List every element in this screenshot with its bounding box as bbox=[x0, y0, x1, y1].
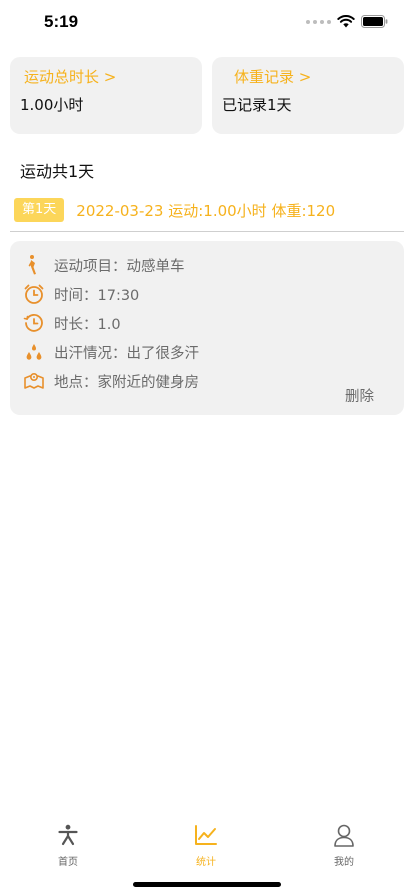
record-row-item: 运动项目：动感单车 bbox=[22, 252, 185, 278]
battery-icon bbox=[361, 15, 388, 28]
wifi-icon bbox=[337, 15, 355, 28]
record-duration-text: 时长：1.0 bbox=[54, 316, 121, 333]
weight-record-value: 已记录1天 bbox=[222, 96, 292, 114]
record-sweat-text: 出汗情况：出了很多汗 bbox=[54, 345, 199, 362]
weight-record-card[interactable]: 体重记录 > 已记录1天 bbox=[212, 57, 404, 134]
record-row-duration: 时长：1.0 bbox=[22, 310, 121, 336]
clock-history-icon bbox=[22, 311, 46, 335]
tab-home[interactable]: 首页 bbox=[28, 822, 108, 868]
day-badge: 第1天 bbox=[14, 198, 65, 222]
record-row-time: 时间：17:30 bbox=[22, 281, 139, 307]
weight-record-title[interactable]: 体重记录 > bbox=[222, 67, 404, 87]
user-profile-icon bbox=[330, 822, 358, 848]
record-row-sweat: 出汗情况：出了很多汗 bbox=[22, 339, 199, 365]
water-drops-icon bbox=[22, 340, 46, 364]
record-location-text: 地点：家附近的健身房 bbox=[54, 374, 199, 391]
status-bar: 5:19 bbox=[0, 0, 414, 48]
exercise-total-value: 1.00小时 bbox=[20, 96, 84, 114]
record-sport-text: 运动项目：动感单车 bbox=[54, 258, 185, 275]
tab-mine[interactable]: 我的 bbox=[304, 822, 384, 868]
home-indicator bbox=[133, 882, 281, 887]
tab-stats-label: 统计 bbox=[196, 857, 216, 868]
tab-stats[interactable]: 统计 bbox=[166, 822, 246, 868]
delete-button[interactable]: 删除 bbox=[345, 385, 374, 406]
day-summary: 2022-03-23 运动:1.00小时 体重:120 bbox=[76, 201, 336, 220]
record-time-text: 时间：17:30 bbox=[54, 287, 140, 304]
total-exercise-days: 运动共1天 bbox=[20, 162, 95, 181]
exercise-total-card[interactable]: 运动总时长 > 1.00小时 bbox=[10, 57, 202, 134]
status-time: 5:19 bbox=[44, 12, 79, 31]
day-entry-header: 第1天 2022-03-23 运动:1.00小时 体重:120 bbox=[14, 197, 335, 223]
divider bbox=[10, 231, 404, 232]
map-location-icon bbox=[22, 369, 46, 393]
line-chart-icon bbox=[192, 822, 220, 848]
cellular-signal-icon bbox=[306, 19, 331, 24]
exercise-person-icon bbox=[54, 822, 82, 848]
exercise-record-card: 运动项目：动感单车 时间：17:30 时长：1.0 出汗情况：出了很多汗 地点：… bbox=[10, 241, 404, 415]
tab-mine-label: 我的 bbox=[334, 857, 354, 868]
status-icons bbox=[306, 15, 388, 28]
exercise-total-title[interactable]: 运动总时长 > bbox=[20, 67, 202, 87]
tab-home-label: 首页 bbox=[58, 857, 78, 868]
running-person-icon bbox=[22, 253, 46, 277]
record-row-location: 地点：家附近的健身房 bbox=[22, 368, 199, 394]
alarm-clock-icon bbox=[22, 282, 46, 306]
